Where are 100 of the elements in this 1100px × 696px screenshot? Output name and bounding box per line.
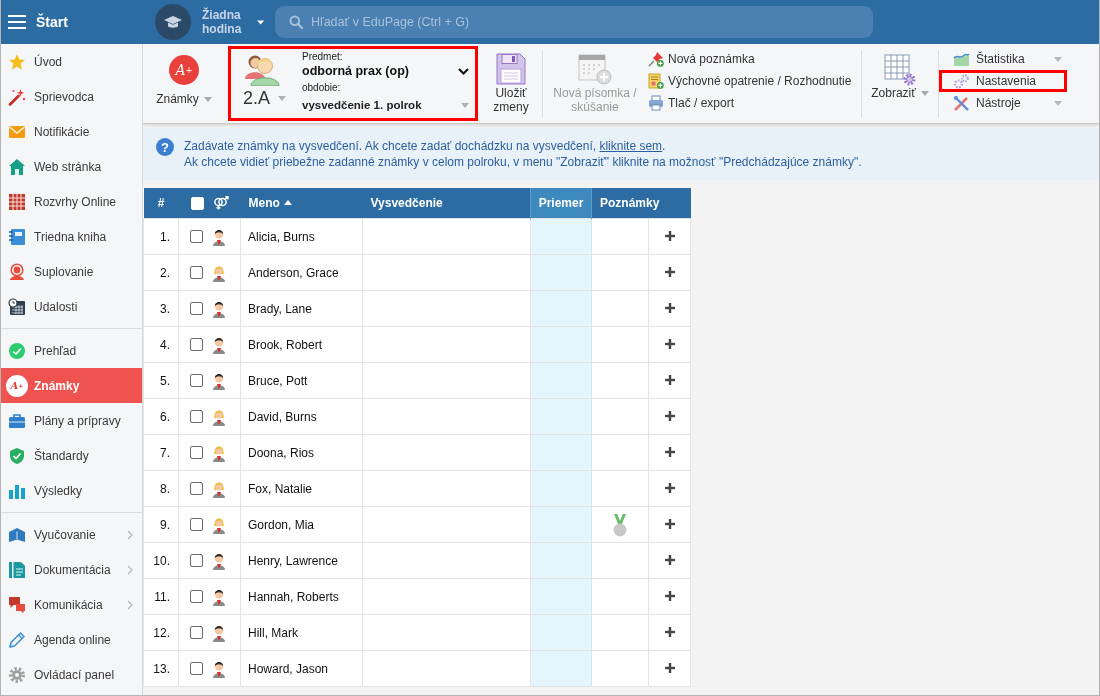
- row-number: 12.: [153, 625, 170, 640]
- grades-menu-button[interactable]: A$^{+}$ Známky: [152, 44, 216, 106]
- row-number: 8.: [160, 481, 170, 496]
- row-checkbox[interactable]: [190, 554, 203, 567]
- period-select[interactable]: vysvedčenie 1. polrok: [302, 96, 469, 114]
- sidebar-item[interactable]: Notifikácie: [1, 114, 142, 149]
- toolbar-action[interactable]: Tlač / export: [646, 92, 856, 114]
- student-name: Brady, Lane: [248, 301, 312, 316]
- row-checkbox[interactable]: [190, 302, 203, 315]
- save-button[interactable]: Uložiť zmeny: [485, 44, 537, 114]
- sidebar-item[interactable]: Sprievodca: [1, 79, 142, 114]
- sidebar-item[interactable]: Úvod: [1, 44, 142, 79]
- add-note-button[interactable]: [662, 337, 677, 351]
- boy-avatar-icon: [212, 551, 227, 570]
- row-checkbox[interactable]: [190, 374, 203, 387]
- column-header[interactable]: Vysvedčenie: [362, 188, 531, 219]
- boy-avatar-icon: [212, 659, 227, 678]
- sidebar-item[interactable]: Komunikácia: [1, 587, 142, 622]
- sidebar-item[interactable]: Suplovanie: [1, 254, 142, 289]
- add-note-button[interactable]: [662, 517, 677, 531]
- add-note-button[interactable]: [662, 553, 677, 567]
- shield-check-icon: [8, 446, 26, 465]
- add-note-button[interactable]: [662, 661, 677, 675]
- row-checkbox[interactable]: [190, 518, 203, 531]
- sidebar-item[interactable]: Rozvrhy Online: [1, 184, 142, 219]
- menu-icon[interactable]: [8, 15, 26, 29]
- student-name: Gordon, Mia: [248, 517, 315, 532]
- caret-icon: [256, 18, 264, 26]
- sidebar-item[interactable]: Štandardy: [1, 438, 142, 473]
- student-name: Hill, Mark: [248, 625, 298, 640]
- house-icon: [8, 157, 26, 176]
- column-header[interactable]: Meno: [240, 188, 363, 219]
- plus-icon: [664, 519, 675, 529]
- sidebar-item[interactable]: Prehľad: [1, 333, 142, 368]
- row-number: 10.: [153, 553, 170, 568]
- add-note-button[interactable]: [662, 481, 677, 495]
- area-chart-icon: [953, 51, 970, 67]
- caret-icon: [203, 96, 212, 102]
- plus-icon: [664, 411, 675, 421]
- toolbar-menu-item[interactable]: Nástroje: [939, 92, 1067, 114]
- start-link[interactable]: Štart: [36, 14, 68, 30]
- sidebar-item[interactable]: Dokumentácia: [1, 552, 142, 587]
- toolbar-action[interactable]: Nová poznámka: [646, 48, 856, 70]
- graduation-cap-icon[interactable]: [155, 4, 191, 40]
- plus-icon: [664, 231, 675, 241]
- column-header[interactable]: Poznámky: [591, 188, 691, 219]
- row-number: 13.: [153, 661, 170, 676]
- tools-icon: [953, 95, 970, 111]
- row-number: 3.: [160, 301, 170, 316]
- view-button[interactable]: Zobraziť: [867, 44, 933, 100]
- info-text: Zadávate známky na vysvedčení. Ak chcete zadať dochádzku na vysvedčení, kliknite sem.: [184, 138, 667, 154]
- sidebar-item[interactable]: Ovládací panel: [1, 657, 142, 692]
- column-header[interactable]: Priemer: [530, 188, 592, 219]
- lesson-dropdown[interactable]: Žiadna hodina: [202, 8, 264, 36]
- student-name: Fox, Natalie: [248, 481, 313, 496]
- toolbar-menu-item[interactable]: Štatistika: [939, 48, 1067, 70]
- chat-bubbles-icon: [8, 595, 26, 614]
- row-checkbox[interactable]: [190, 266, 203, 279]
- column-header: #: [143, 188, 179, 219]
- sidebar-item[interactable]: Vyučovanie: [1, 517, 142, 552]
- notebook-icon: [8, 227, 26, 246]
- add-note-button[interactable]: [662, 625, 677, 639]
- magic-wand-icon: [8, 87, 26, 106]
- sidebar-item[interactable]: Výsledky: [1, 473, 142, 508]
- sidebar-item[interactable]: Agenda online: [1, 622, 142, 657]
- select-all-checkbox[interactable]: [190, 196, 204, 210]
- row-checkbox[interactable]: [190, 338, 203, 351]
- subject-label: Predmet:: [302, 51, 343, 63]
- sidebar-item[interactable]: Triedna kniha: [1, 219, 142, 254]
- sort-ascending-icon: [283, 200, 292, 205]
- sidebar-item[interactable]: Web stránka: [1, 149, 142, 184]
- sidebar-item[interactable]: Plány a prípravy: [1, 403, 142, 438]
- row-number: 2.: [160, 265, 170, 280]
- add-note-button[interactable]: [662, 301, 677, 315]
- add-note-button[interactable]: [662, 229, 677, 243]
- add-note-button[interactable]: [662, 589, 677, 603]
- plus-icon: [664, 447, 675, 457]
- class-select[interactable]: 2.A: [243, 87, 287, 109]
- calendar-grid-icon: [8, 192, 26, 211]
- row-number: 11.: [154, 589, 170, 604]
- calendar-clock-icon: [8, 297, 26, 316]
- plus-icon: [664, 591, 675, 601]
- row-checkbox[interactable]: [190, 410, 203, 423]
- row-checkbox[interactable]: [190, 446, 203, 459]
- toolbar-menu-item[interactable]: Nastavenia: [939, 70, 1067, 92]
- add-note-button[interactable]: [662, 265, 677, 279]
- toolbar-action[interactable]: Výchovné opatrenie / Rozhodnutie: [646, 70, 856, 92]
- add-note-button[interactable]: [662, 409, 677, 423]
- sidebar-item[interactable]: Udalosti: [1, 289, 142, 324]
- student-name: Anderson, Grace: [248, 265, 339, 280]
- add-note-button[interactable]: [662, 445, 677, 459]
- row-checkbox[interactable]: [190, 230, 203, 243]
- row-checkbox[interactable]: [190, 482, 203, 495]
- add-note-button[interactable]: [662, 373, 677, 387]
- row-checkbox[interactable]: [190, 590, 203, 603]
- row-checkbox[interactable]: [190, 662, 203, 675]
- row-checkbox[interactable]: [190, 626, 203, 639]
- sidebar-item[interactable]: A$^{+}$ Známky: [1, 368, 142, 403]
- search-field[interactable]: Hľadať v EduPage (Ctrl + G): [275, 6, 873, 38]
- subject-select[interactable]: odborná prax (op): [302, 63, 469, 79]
